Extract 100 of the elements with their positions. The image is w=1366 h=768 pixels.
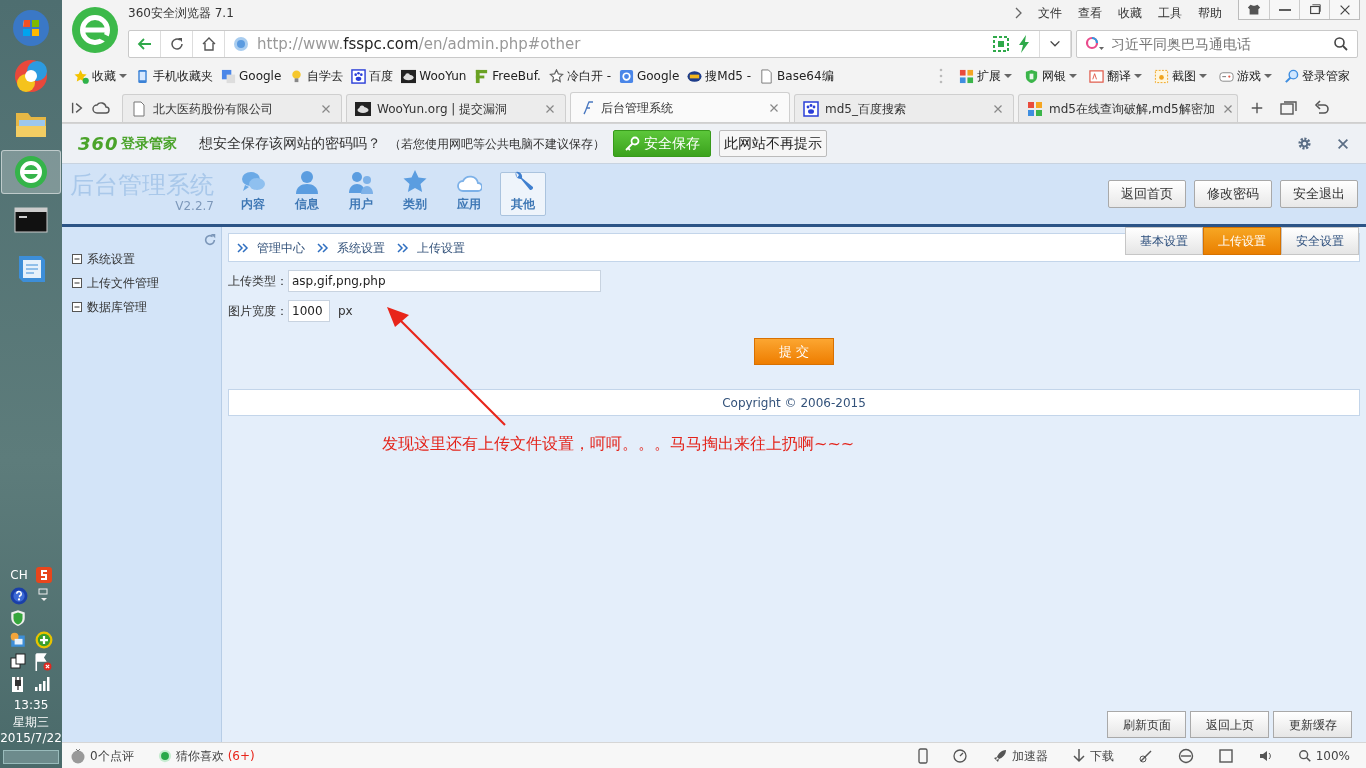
browser-tab[interactable]: 北大医药股份有限公司 [122,94,342,122]
dismiss-button[interactable]: 此网站不再提示 [718,130,827,157]
menu-item[interactable]: 文件 [1038,4,1062,22]
recommend-link[interactable]: 猜你喜欢 [175,746,224,765]
browser-tab[interactable]: md5_百度搜索 [794,94,1014,122]
toolbar-extension[interactable]: 登录管家 [1280,67,1354,85]
flag-error-icon[interactable] [34,653,52,672]
accelerator-link[interactable]: 加速器 [1011,746,1048,765]
nav-tab[interactable]: 内容 [230,172,276,216]
search-engine-icon[interactable] [1085,36,1105,52]
input-field[interactable]: 1000 [288,300,330,322]
collapse-icon[interactable] [72,302,82,312]
collapse-icon[interactable] [72,278,82,288]
sidebar-item[interactable]: 数据库管理 [87,298,147,316]
speed-dial-icon[interactable] [951,747,968,764]
menu-item[interactable]: 工具 [1158,4,1182,22]
undo-icon[interactable] [1314,100,1330,116]
bookmark-item[interactable]: 百度 [347,67,398,85]
chevron-icon[interactable] [1014,7,1022,19]
caret-icon[interactable] [119,74,127,78]
new-tab-icon[interactable] [1250,101,1264,115]
bookmark-item[interactable]: FreeBuf. [470,67,545,85]
bookmark-item[interactable]: Google [217,67,286,85]
breadcrumb-link[interactable]: 管理中心 [257,238,305,257]
zoom-icon[interactable] [1297,748,1312,763]
settings-tab[interactable]: 基本设置 [1125,227,1203,255]
header-button[interactable]: 返回首页 [1108,180,1186,208]
phone-icon[interactable] [917,747,928,764]
toolbar-extension[interactable]: 截图 [1150,67,1211,85]
shield-icon[interactable] [9,609,27,628]
cleanup-icon[interactable] [1137,747,1154,764]
menu-item[interactable]: 帮助 [1198,4,1222,22]
reviews-link[interactable]: 0个点评 [90,746,134,765]
nav-tab[interactable]: 用户 [338,172,384,216]
app-icon[interactable] [9,631,27,650]
header-button[interactable]: 安全退出 [1280,180,1358,208]
taskbar-button[interactable] [1,150,61,194]
toolbar-extension[interactable]: 扩展 [955,67,1016,85]
browser-logo[interactable] [71,6,119,54]
download-icon[interactable] [1071,747,1086,764]
cloud-icon[interactable] [92,101,110,115]
collapse-icon[interactable] [72,254,82,264]
clock-date[interactable]: 2015/7/22 [0,729,62,746]
clock-time[interactable]: 13:35 [0,697,62,714]
footer-button[interactable]: 返回上页 [1190,711,1269,738]
bookmark-item[interactable]: 冷白开 - [544,67,615,85]
breadcrumb-link[interactable]: 上传设置 [417,238,465,257]
nav-tab[interactable]: 类别 [392,172,438,216]
drag-handle-icon[interactable] [939,67,943,85]
bookmark-item[interactable]: 搜Md5 - [683,67,756,85]
browser-tab[interactable]: md5在线查询破解,md5解密加 [1018,94,1238,122]
input-field[interactable]: asp,gif,png,php [288,270,601,292]
settings-tab[interactable]: 安全设置 [1281,227,1359,255]
search-field[interactable]: 习近平同奥巴马通电话 [1109,32,1329,56]
sidebar-toggle-icon[interactable] [70,101,84,115]
zoom-level[interactable]: 100% [1315,746,1350,765]
footer-button[interactable]: 刷新页面 [1107,711,1186,738]
toolbar-extension[interactable]: 游戏 [1215,67,1276,85]
menu-item[interactable]: 收藏 [1118,4,1142,22]
bookmark-item[interactable]: 手机收藏夹 [131,67,217,85]
close-icon[interactable] [1336,136,1350,151]
header-button[interactable]: 修改密码 [1194,180,1272,208]
signal-icon[interactable] [34,675,52,692]
browser-tab[interactable]: 后台管理系统 [570,92,790,122]
nav-tab[interactable]: 应用 [446,172,492,216]
menu-item[interactable]: 查看 [1078,4,1102,22]
browser-tab[interactable]: WooYun.org | 提交漏洞 [346,94,566,122]
footer-button[interactable]: 更新缓存 [1273,711,1352,738]
toolbar-extension[interactable]: 网银 [1020,67,1081,85]
bookmark-item[interactable]: Base64编 [755,67,838,85]
copy-icon[interactable] [10,653,26,670]
nav-tab[interactable]: 信息 [284,172,330,216]
settings-icon[interactable] [1297,136,1312,151]
tomato-icon[interactable] [70,747,86,764]
tab-list-icon[interactable] [1280,100,1298,116]
caret-icon[interactable] [1264,74,1272,78]
search-icon[interactable] [1333,36,1349,52]
caret-icon[interactable] [1199,74,1207,78]
plus-circle-icon[interactable] [35,631,53,650]
language-indicator[interactable]: CH [10,567,28,584]
power-plug-icon[interactable] [10,675,26,694]
start-icon[interactable] [11,8,51,48]
bookmark-item[interactable]: 自学去 [285,67,348,85]
qr-code-icon[interactable] [993,36,1009,52]
sidebar-item[interactable]: 上传文件管理 [87,274,159,292]
caret-icon[interactable] [1069,74,1077,78]
search-box[interactable]: 习近平同奥巴马通电话 [1076,30,1358,58]
nav-tab[interactable]: 其他 [500,172,546,216]
download-link[interactable]: 下载 [1089,746,1114,765]
window-icon[interactable] [1217,747,1234,764]
lightning-icon[interactable] [1017,35,1031,53]
bookmark-item[interactable]: Google [614,67,684,85]
caret-icon[interactable] [1134,74,1142,78]
breadcrumb-link[interactable]: 系统设置 [337,238,385,257]
clock-weekday[interactable]: 星期三 [0,713,62,730]
caret-icon[interactable] [1004,74,1012,78]
address-bar[interactable]: http://www.fsspc.com/en/admin.php#other [128,30,1072,58]
input-method-icon[interactable] [35,567,52,584]
bookmark-item[interactable]: 收藏 [70,67,131,85]
sidebar-item[interactable]: 系统设置 [87,250,135,268]
